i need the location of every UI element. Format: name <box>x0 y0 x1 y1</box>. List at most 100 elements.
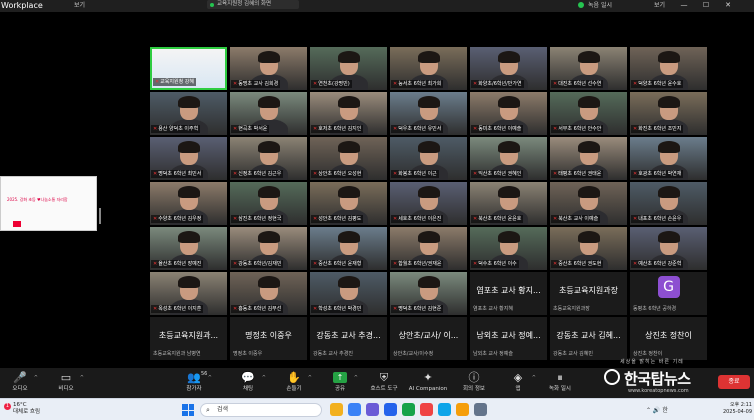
participant-tile[interactable]: ✕성안초 6학년 김평도 <box>310 182 387 225</box>
caret-up-icon[interactable]: ^ <box>262 375 266 381</box>
teams-icon[interactable] <box>366 403 379 416</box>
participant-tile[interactable]: ✕신정초 6학년 김근우 <box>230 137 307 180</box>
participant-tile[interactable]: 상안초/교사/ 이... 상안초/교사/이수정 <box>390 317 467 360</box>
ime-indicator[interactable]: 한 <box>662 407 668 414</box>
participant-tile[interactable]: 강동초 교사 김혜... 강동초 교사 김혜민 <box>550 317 627 360</box>
ai-companion-button[interactable]: ✦ AI Companion <box>408 371 448 397</box>
clock[interactable]: 오후 2:11 2025-04-09 <box>718 402 752 416</box>
participant-tile[interactable]: ✕화진초 6학년 조민지 <box>630 92 707 135</box>
participant-tile[interactable]: ✕합월초 6학년/권재윤 <box>390 227 467 270</box>
file-explorer-icon[interactable] <box>330 403 343 416</box>
participant-tile[interactable]: ✕능서초 6학년 최가희 <box>390 47 467 90</box>
caret-up-icon[interactable]: ^ <box>34 375 38 381</box>
participant-tile[interactable]: ✕호저초 6학년 김지인 <box>310 92 387 135</box>
participant-tile[interactable]: ✕동명초 교사 김희경 <box>230 47 307 90</box>
participant-tile[interactable]: ✕수양초 6학년 김우정 <box>150 182 227 225</box>
splitter-handle[interactable] <box>99 208 101 224</box>
settings-icon[interactable] <box>474 403 487 416</box>
zoom-icon[interactable] <box>438 403 451 416</box>
powerpoint-icon[interactable] <box>420 403 433 416</box>
caret-up-icon[interactable]: ^ <box>532 375 536 381</box>
host-tools-button[interactable]: ⛨ 호스트 도구 <box>364 371 404 397</box>
apps-button[interactable]: ◈ 앱 ^ <box>498 371 538 397</box>
close-button[interactable]: ✕ <box>718 0 738 11</box>
participant-tile[interactable]: ✕태평초 6학년 권태윤 <box>550 137 627 180</box>
meeting-info-button[interactable]: ⓘ 회의 정보 <box>454 371 494 397</box>
participants-button[interactable]: 👥 56 참가자 ^ <box>174 371 214 397</box>
clock-date: 2025-04-09 <box>722 409 752 415</box>
participant-name-label: 상진초 정찬이 <box>631 350 664 358</box>
participant-tile[interactable]: ✕명덕초 6학년 김현준 <box>390 272 467 315</box>
participant-name-label: ✕북산초 교사 이예슬 <box>551 215 601 223</box>
security-shield-icon[interactable] <box>578 2 584 8</box>
participant-tile[interactable]: ✕삼진초 6학년 정현국 <box>230 182 307 225</box>
weather-widget[interactable]: 1 16°C 대체로 흐림 <box>4 402 40 416</box>
taskbar-search-input[interactable]: ⌕ 검색 <box>200 403 322 417</box>
share-button[interactable]: ↑ 공유 ^ <box>320 371 360 397</box>
participant-tile[interactable]: ✕익산초 6학년 권혜인 <box>470 137 547 180</box>
participant-tile[interactable]: ✕동미초 6학년 이예솔 <box>470 92 547 135</box>
participant-tile[interactable]: 명정초 이중우 명정초 이중우 <box>230 317 307 360</box>
participant-tile[interactable]: 염포초 교사 황지... 염포초 교사 황지혜 <box>470 272 547 315</box>
caret-up-icon[interactable]: ^ <box>208 375 212 381</box>
participant-tile[interactable]: ✕대진초 6학년 선수연 <box>550 47 627 90</box>
screen-share-indicator[interactable]: 교육지원청 김혜의 화면 <box>207 0 299 9</box>
windows-start-icon[interactable] <box>182 404 194 416</box>
caret-up-icon[interactable]: ^ <box>308 375 312 381</box>
participant-tile[interactable]: 남외초 교사 정예... 남외초 교사 정예슬 <box>470 317 547 360</box>
participant-tile[interactable]: ✕내포초 6학년 손윤우 <box>630 182 707 225</box>
participant-tile[interactable]: ✕중산초 6학년 윤재형 <box>310 227 387 270</box>
raise-hand-button[interactable]: ✋ 손들기 ^ <box>274 371 314 397</box>
participant-name-label: ✕화봉초 6학년 이근 <box>391 170 439 178</box>
participant-tile[interactable]: ✕옥성초 6학년 이지훈 <box>150 272 227 315</box>
participant-tile[interactable]: G 동평초 6학년 공하경 <box>630 272 707 315</box>
participant-tile[interactable]: 초등교육지원과... 초등교육지원과 남병연 <box>150 317 227 360</box>
participant-tile[interactable]: ✕화양초/6학년/반가연 <box>470 47 547 90</box>
mic-muted-icon: ✕ <box>233 126 238 132</box>
video-button[interactable]: ▭ 비디오 ^ <box>46 371 86 397</box>
participant-name-text: 흥동초 6학년 김부선 <box>238 306 282 312</box>
participant-tile[interactable]: 강동초 교사 추경... 강동초 교사 추경진 <box>310 317 387 360</box>
chrome-icon[interactable] <box>456 403 469 416</box>
participant-tile[interactable]: ✕호광초 6학년 박연재 <box>630 137 707 180</box>
minimize-button[interactable]: — <box>674 0 694 11</box>
participant-tile[interactable]: ✕북산초 교사 이예슬 <box>550 182 627 225</box>
caret-up-icon[interactable]: ^ <box>354 375 358 381</box>
participant-tile[interactable]: ✕예산초 6학년 강준혁 <box>630 227 707 270</box>
participant-tile[interactable]: ✕덕양초 6학년 윤수호 <box>630 47 707 90</box>
participant-tile[interactable]: ✕북산초 6학년 윤윤호 <box>470 182 547 225</box>
system-tray[interactable]: ⌃ 🔊 한 <box>646 405 668 414</box>
participant-tile[interactable]: ✕율산초 6학년 장예진 <box>150 227 227 270</box>
participant-tile[interactable]: ✕교육지원청 강혜 <box>150 47 227 90</box>
participant-tile[interactable]: ✕중산초 6학년 권도현 <box>550 227 627 270</box>
participant-tile[interactable]: ✕서부초 6학년 안수안 <box>550 92 627 135</box>
participant-tile[interactable]: 상진초 정찬이 상진초 정찬이 <box>630 317 707 360</box>
chat-button[interactable]: 💬 채팅 ^ <box>228 371 268 397</box>
maximize-button[interactable]: ☐ <box>696 0 716 11</box>
caret-up-icon[interactable]: ^ <box>80 375 84 381</box>
participant-tile[interactable]: ✕현곡초 박서윤 <box>230 92 307 135</box>
audio-button[interactable]: 🎤 오디오 ^ <box>0 371 40 397</box>
participant-tile[interactable]: ✕덕수초 6학년 이수 <box>470 227 547 270</box>
participant-name-text: 중산초 6학년 윤재형 <box>318 261 362 267</box>
view-menu[interactable]: 보기 <box>74 0 85 11</box>
participant-name-label: ✕내포초 6학년 손윤우 <box>631 215 684 223</box>
participant-tile[interactable]: ✕흥동초 6학년 김부선 <box>230 272 307 315</box>
participant-tile[interactable]: 초등교육지원과장 초등교육지원과장 <box>550 272 627 315</box>
participant-tile[interactable]: ✕화봉초 6학년 이근 <box>390 137 467 180</box>
participant-tile[interactable]: ✕학성초 6학년 박경민 <box>310 272 387 315</box>
edge-browser-icon[interactable] <box>348 403 361 416</box>
view-button[interactable]: 보기 <box>654 0 665 11</box>
participant-tile[interactable]: ✕세호초 6학년 이은진 <box>390 182 467 225</box>
participant-tile[interactable]: ✕연천초(강명빈) <box>310 47 387 90</box>
participant-tile[interactable]: ✕상안초 6학년 오성현 <box>310 137 387 180</box>
participant-tile[interactable]: ✕명덕초 6학년 최민서 <box>150 137 227 180</box>
shared-screen-thumbnail[interactable]: 2025. 강화 초등 ♥나눔소통 자리함 <box>0 176 97 231</box>
participant-tile[interactable]: ✕용산 양덕초 이주혁 <box>150 92 227 135</box>
participant-tile[interactable]: ✕강동초 6학년/김재민 <box>230 227 307 270</box>
record-button[interactable]: ⏸ 녹화 일시 <box>540 371 580 397</box>
participant-tile[interactable]: ✕덕우초 6학년 유민서 <box>390 92 467 135</box>
participant-name-label: ✕수양초 6학년 김우정 <box>151 215 204 223</box>
excel-icon[interactable] <box>402 403 415 416</box>
word-icon[interactable] <box>384 403 397 416</box>
